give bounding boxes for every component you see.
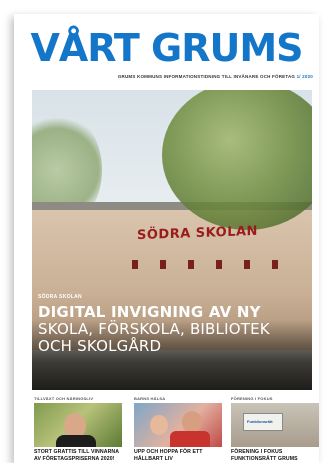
photo-child-2 — [182, 411, 202, 433]
window — [272, 260, 278, 269]
photo-plaque: Funktionsrätt — [243, 413, 283, 431]
teaser-2[interactable]: BARNS HÄLSA UPP OCH HOPPA FÖR ETT HÅLLBA… — [134, 396, 222, 462]
window — [244, 260, 250, 269]
sign-photo-icon: Funktionsrätt — [231, 403, 319, 447]
window — [132, 260, 138, 269]
cover-kicker: SÖDRA SKOLAN — [38, 294, 82, 300]
headline-line-3: OCH SKOLGÅRD — [38, 337, 162, 355]
teaser-label: FÖRENING I FOKUS — [231, 396, 273, 401]
children-photo-icon — [134, 403, 222, 447]
magazine-cover: VÅRT GRUMS GRUMS KOMMUNS INFORMATIONSTID… — [14, 14, 319, 463]
masthead-title: VÅRT GRUMS — [30, 26, 303, 70]
photo-shirt — [170, 431, 210, 447]
issue-number: 1/ 2020 — [296, 74, 313, 79]
teaser-1[interactable]: TILLVÄXT OCH NÄRINGSLIV STORT GRATTIS TI… — [34, 396, 122, 462]
teaser-title: STORT GRATTIS TILL VINNARNA AV FÖRETAGSP… — [34, 449, 119, 462]
teaser-row: TILLVÄXT OCH NÄRINGSLIV STORT GRATTIS TI… — [34, 396, 319, 463]
cover-headline: DIGITAL INVIGNING AV NY SKOLA, FÖRSKOLA,… — [38, 304, 313, 355]
person-photo-icon — [34, 403, 122, 447]
teaser-label: TILLVÄXT OCH NÄRINGSLIV — [34, 396, 94, 401]
teaser-label: BARNS HÄLSA — [134, 396, 166, 401]
plaque-text: Funktionsrätt — [247, 419, 273, 424]
teaser-title: FÖRENING I FOKUS FUNKTIONSRÄTT GRUMS — [231, 449, 298, 462]
masthead-subline: GRUMS KOMMUNS INFORMATIONSTIDNING TILL I… — [118, 74, 313, 79]
window — [160, 260, 166, 269]
headline-line-1: DIGITAL INVIGNING AV NY — [38, 303, 261, 321]
window — [188, 260, 194, 269]
teaser-title: UPP OCH HOPPA FÖR ETT HÅLLBART LIV — [134, 449, 203, 462]
photo-child-1 — [150, 415, 168, 435]
subline-text: GRUMS KOMMUNS INFORMATIONSTIDNING TILL I… — [117, 74, 296, 79]
photo-shirt — [56, 435, 96, 447]
window — [216, 260, 222, 269]
teaser-3[interactable]: FÖRENING I FOKUS Funktionsrätt FÖRENING … — [231, 396, 319, 462]
headline-line-2: SKOLA, FÖRSKOLA, BIBLIOTEK — [38, 320, 270, 338]
